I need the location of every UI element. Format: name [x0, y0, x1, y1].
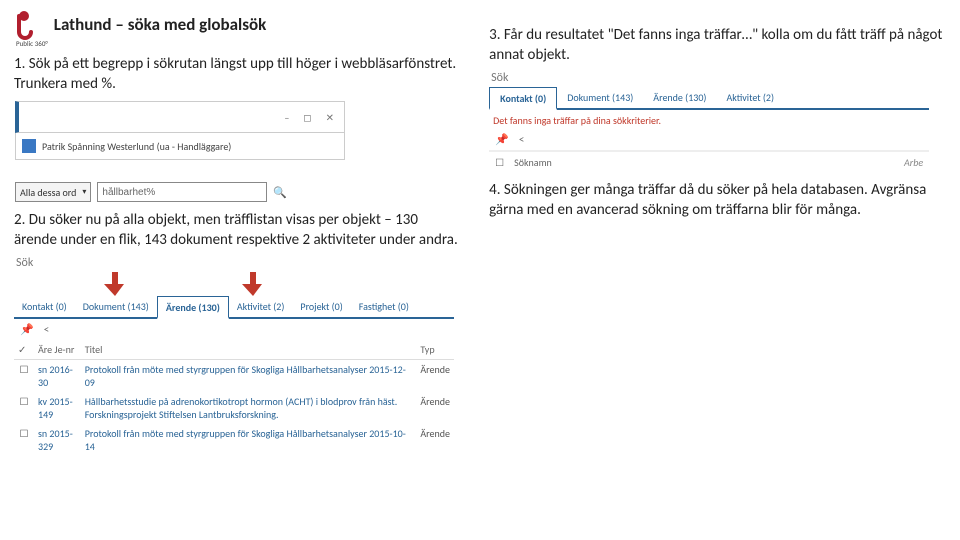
tab-dokument-3[interactable]: Dokument (143) — [557, 87, 643, 108]
search-icon[interactable]: 🔍 — [273, 186, 287, 199]
tab-fastighet[interactable]: Fastighet (0) — [351, 296, 417, 317]
step-3: 3. Får du resultatet "Det fanns inga trä… — [489, 26, 946, 65]
tabs-row-3: Kontakt (0) Dokument (143) Ärende (130) … — [489, 87, 929, 110]
window-close-icon[interactable]: ✕ — [326, 111, 338, 124]
step-2: 2. Du söker nu på alla objekt, men träff… — [14, 211, 461, 250]
tab-arende[interactable]: Ärende (130) — [157, 296, 229, 319]
tab-aktivitet-3[interactable]: Aktivitet (2) — [716, 87, 784, 108]
search-mode-label: Alla dessa ord — [20, 186, 76, 199]
right-col-label: Arbe — [904, 156, 923, 169]
screenshot-2: Sök Kontakt (0) Dokument (143) Ärende (1… — [14, 256, 454, 456]
col-check: ✓ — [14, 340, 34, 360]
pin-icon[interactable]: 📌 — [20, 323, 34, 336]
table-row[interactable]: ☐ kv 2015-149 Hållbarhetsstudie på adren… — [14, 392, 454, 424]
window-minimize-icon[interactable]: – — [284, 111, 293, 124]
red-arrow-icon — [104, 272, 126, 300]
logo-row: Public 360° Lathund – söka med globalsök — [14, 8, 461, 47]
tab-kontakt[interactable]: Kontakt (0) — [14, 296, 75, 317]
red-arrow-icon — [242, 272, 264, 300]
search-mode-select[interactable]: Alla dessa ord ▾ — [15, 182, 91, 202]
step-4: 4. Sökningen ger många träffar då du sök… — [489, 181, 946, 220]
page-title: Lathund – söka med globalsök — [54, 14, 267, 35]
tab-projekt[interactable]: Projekt (0) — [292, 296, 350, 317]
no-results-message: Det fanns inga träffar på dina sökkriter… — [489, 110, 929, 129]
public360-logo — [14, 8, 46, 40]
user-avatar — [22, 139, 36, 153]
search-input[interactable] — [97, 182, 267, 202]
step-1: 1. Sök på ett begrepp i sökrutan längst … — [14, 55, 461, 94]
user-name: Patrik Spånning Westerlund (ua - Handläg… — [42, 140, 231, 153]
tab-arende-3[interactable]: Ärende (130) — [643, 87, 716, 108]
share-icon[interactable]: < — [44, 323, 49, 336]
checkbox-soknamn[interactable]: ☐ — [495, 156, 504, 169]
table-row[interactable]: ☐ sn 2016-30 Protokoll från möte med sty… — [14, 360, 454, 393]
col-title: Titel — [81, 340, 417, 360]
col-type: Typ — [416, 340, 454, 360]
sok-label-2: Sök — [16, 256, 454, 270]
share-icon[interactable]: < — [519, 133, 524, 146]
window-maximize-icon[interactable]: ◻ — [303, 111, 315, 124]
soknamn-label: Söknamn — [514, 156, 552, 169]
table-row[interactable]: ☐ sn 2015-329 Protokoll från möte med st… — [14, 424, 454, 456]
tabs-row-2: Kontakt (0) Dokument (143) Ärende (130) … — [14, 296, 454, 319]
sok-label-3: Sök — [491, 71, 929, 85]
screenshot-3: Sök Kontakt (0) Dokument (143) Ärende (1… — [489, 71, 929, 173]
screenshot-1: – ◻ ✕ Patrik Spånning Westerlund (ua - H… — [14, 100, 346, 203]
logo-text: Public 360° — [16, 40, 48, 47]
chevron-down-icon: ▾ — [82, 187, 86, 197]
result-table: ✓ Äre Je-nr Titel Typ ☐ sn 2016-30 Proto… — [14, 340, 454, 456]
col-id: Äre Je-nr — [34, 340, 81, 360]
tab-kontakt-3[interactable]: Kontakt (0) — [489, 87, 557, 110]
pin-icon[interactable]: 📌 — [495, 133, 509, 146]
